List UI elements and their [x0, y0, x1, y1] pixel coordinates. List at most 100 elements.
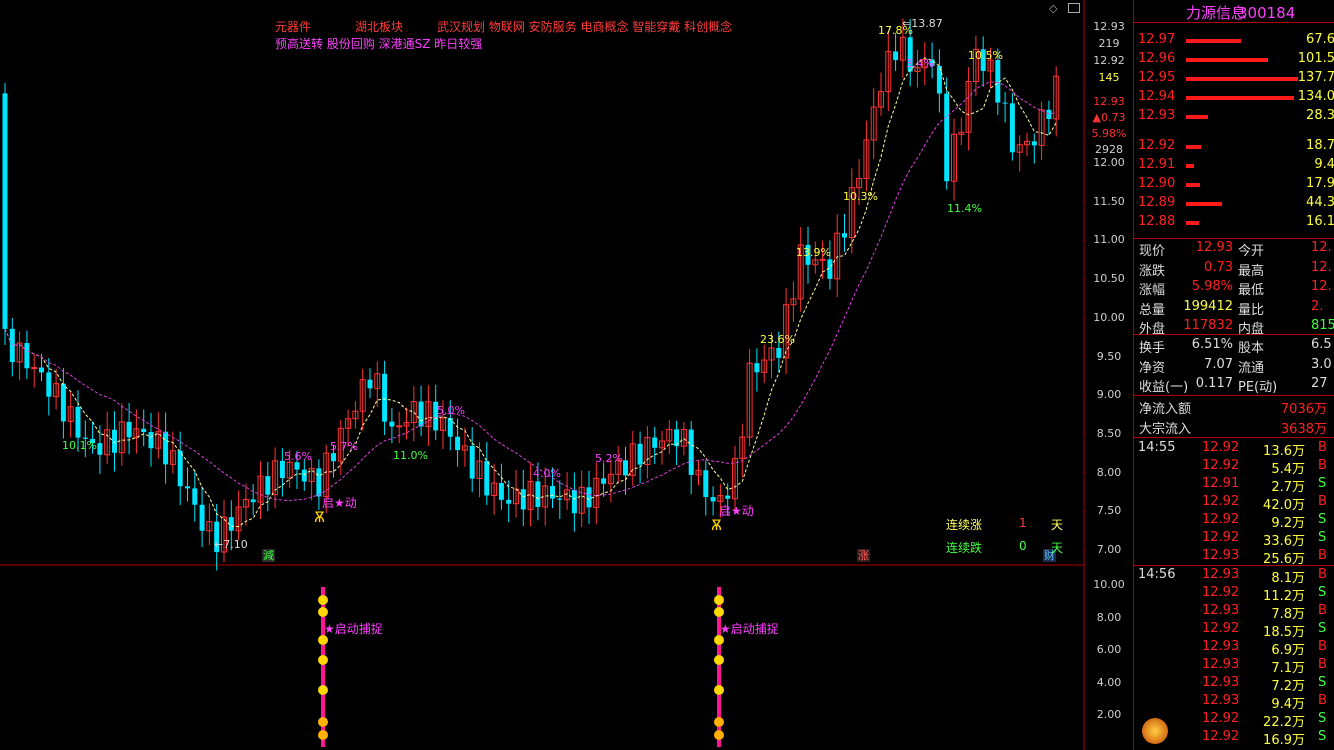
tick-side: B [1318, 639, 1327, 654]
days-unit: 天 [1051, 518, 1064, 532]
tick-price: 12.92 [1202, 512, 1240, 527]
candle-body [126, 421, 132, 438]
orderbook-volume: 18.7 [1306, 138, 1334, 153]
orderbook-volume: 28.3 [1306, 108, 1334, 123]
tick-row[interactable]: 12.93 25.6万 B [1134, 548, 1334, 567]
concept-tag-line2[interactable]: 预高送转 股份回购 深港通SZ 昨日较强 [275, 35, 482, 52]
tick-row[interactable]: 14:56 12.93 8.1万 B [1134, 567, 1334, 586]
quote-label: 现价 [1139, 244, 1166, 259]
candle-body [279, 460, 285, 478]
kline-chart-area[interactable]: 元器件 湖北板块 武汉规划 物联网 安防服务 电商概念 智能穿戴 科创概念 预高… [0, 0, 1085, 750]
tick-row[interactable]: 12.92 33.6万 S [1134, 530, 1334, 549]
candle-body [199, 504, 205, 531]
tick-row[interactable]: 12.93 7.8万 B [1134, 603, 1334, 622]
tick-row[interactable]: 12.93 7.2万 S [1134, 675, 1334, 694]
quote-row: 换手 6.51% 股本 6.5 [1134, 337, 1334, 356]
rise-marker[interactable]: 涨 [857, 549, 870, 562]
tick-row[interactable]: 12.92 18.5万 S [1134, 621, 1334, 640]
orderbook-row[interactable]: 12.95 137.7 [1134, 69, 1334, 88]
concept-tag-group[interactable]: 武汉规划 物联网 安防服务 电商概念 智能穿戴 科创概念 [437, 18, 732, 35]
concept-tag-hubei[interactable]: 湖北板块 [355, 18, 403, 35]
tick-volume: 9.2万 [1271, 516, 1305, 531]
candle-body [39, 367, 44, 373]
tick-side: S [1318, 675, 1327, 690]
quote-value: 12. [1311, 240, 1332, 255]
candle-body [46, 372, 52, 397]
orderbook-row[interactable]: 12.94 134.0 [1134, 88, 1334, 107]
quote-panel[interactable]: 300184 力源信息 12.97 67.6 12.96 101.5 12.95 137.… [1133, 0, 1334, 750]
capture-signal-label: ★启动捕捉 [324, 622, 383, 636]
orderbook-row[interactable]: 12.92 18.7 [1134, 137, 1334, 156]
tick-price: 12.92 [1202, 440, 1240, 455]
candle-body [316, 468, 322, 497]
tick-row[interactable]: 12.93 6.9万 B [1134, 639, 1334, 658]
tick-time: 14:56 [1138, 567, 1176, 582]
signal-icon [714, 607, 724, 617]
tick-price: 12.91 [1202, 476, 1240, 491]
window-icon[interactable] [1068, 3, 1080, 13]
tick-row[interactable]: 12.92 42.0万 B [1134, 494, 1334, 513]
reduce-marker[interactable]: 減 [262, 549, 275, 562]
tick-price: 12.93 [1202, 675, 1240, 690]
candle-body [24, 343, 30, 369]
quote-row: 涨幅 5.98% 最低 12. [1134, 279, 1334, 298]
orderbook-bar [1186, 77, 1298, 81]
quote-value: 12.93 [1195, 240, 1233, 255]
tick-row[interactable]: 14:55 12.92 13.6万 B [1134, 440, 1334, 459]
tick-side: S [1318, 530, 1327, 545]
candle-body [447, 417, 453, 437]
tick-row[interactable]: 12.93 9.4万 B [1134, 693, 1334, 712]
diamond-icon[interactable]: ◇ [1049, 2, 1057, 15]
tick-row[interactable]: 12.91 2.7万 S [1134, 476, 1334, 495]
tick-side: S [1318, 476, 1327, 491]
quote-value: 6.51% [1191, 337, 1233, 352]
tick-side: B [1318, 458, 1327, 473]
tick-price: 12.92 [1202, 458, 1240, 473]
kline-svg[interactable] [0, 0, 1085, 750]
orderbook-price: 12.93 [1138, 108, 1176, 123]
y-axis-tick: 8.50 [1096, 426, 1122, 440]
candle-body [331, 453, 336, 462]
concept-tag-components[interactable]: 元器件 [275, 18, 311, 35]
orderbook-volume: 134.0 [1297, 89, 1334, 104]
signal-icon [318, 685, 328, 695]
orderbook-row[interactable]: 12.97 67.6 [1134, 31, 1334, 50]
candle-body [557, 498, 563, 500]
signal-icon [714, 655, 724, 665]
tick-row[interactable]: 12.92 5.4万 B [1134, 458, 1334, 477]
pct-label: 5.2% [595, 452, 623, 465]
orderbook-row[interactable]: 12.96 101.5 [1134, 50, 1334, 69]
stock-code: 300184 [1238, 4, 1296, 22]
orderbook-row[interactable]: 12.89 44.3 [1134, 194, 1334, 213]
orderbook-row[interactable]: 12.93 28.3 [1134, 107, 1334, 126]
tick-time: 14:55 [1138, 440, 1176, 455]
stock-header[interactable]: 300184 力源信息 [1134, 0, 1334, 22]
candle-body [177, 450, 183, 487]
orderbook-row[interactable]: 12.90 17.9 [1134, 175, 1334, 194]
orderbook-price: 12.91 [1138, 157, 1176, 172]
pct-label: 4.0% [533, 467, 561, 480]
candle-body [535, 481, 541, 507]
quote-value: 3.0 [1311, 356, 1332, 372]
quote-label: PE(动) [1238, 380, 1278, 395]
orderbook-price: 12.96 [1138, 51, 1176, 66]
pct-label: 10.3% [843, 190, 878, 203]
tick-row[interactable]: 12.93 7.1万 B [1134, 657, 1334, 676]
orderbook-volume: 16.1 [1306, 214, 1334, 229]
orderbook-bar [1186, 145, 1201, 149]
orderbook-row[interactable]: 12.91 9.4 [1134, 156, 1334, 175]
candle-body [506, 499, 512, 504]
tick-volume: 6.9万 [1271, 643, 1305, 658]
quote-row: 涨跌 0.73 最高 12. [1134, 260, 1334, 279]
stock-name: 力源信息 [1186, 4, 1247, 22]
tick-row[interactable]: 12.92 9.2万 S [1134, 512, 1334, 531]
tick-side: S [1318, 512, 1327, 527]
quote-label: 最低 [1238, 283, 1265, 298]
candle-body [2, 93, 8, 329]
y-axis-tick: 8.00 [1096, 465, 1122, 479]
lower-y-axis-tick: 6.00 [1096, 643, 1122, 657]
orderbook-bar [1186, 164, 1194, 168]
tick-row[interactable]: 12.92 11.2万 S [1134, 585, 1334, 604]
tick-price: 12.92 [1202, 711, 1240, 726]
orderbook-row[interactable]: 12.88 16.1 [1134, 213, 1334, 232]
